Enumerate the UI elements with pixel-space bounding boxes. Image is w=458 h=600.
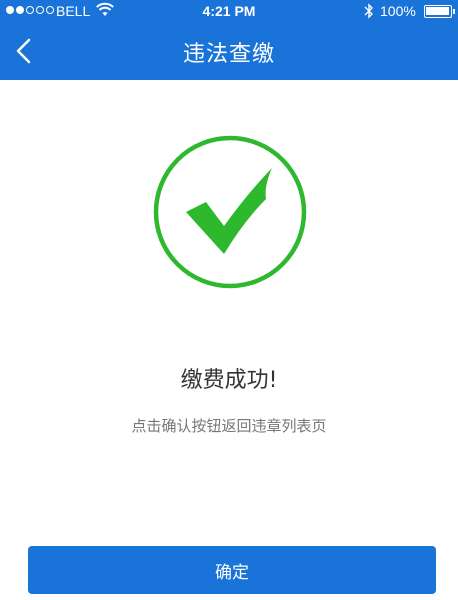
bluetooth-icon [364,3,373,19]
app-header: BELL 4:21 PM 100% 违法查缴 [0,0,458,80]
return-hint-text: 点击确认按钮返回违章列表页 [131,417,327,435]
confirm-button[interactable]: 确定 [28,546,436,594]
payment-success-message: 缴费成功! [180,368,278,393]
battery-percent: 100% [380,3,416,19]
battery-icon [424,5,452,18]
page-title: 违法查缴 [182,42,275,67]
checkmark-circle-icon [153,135,307,289]
status-bar: BELL 4:21 PM 100% [0,0,458,24]
